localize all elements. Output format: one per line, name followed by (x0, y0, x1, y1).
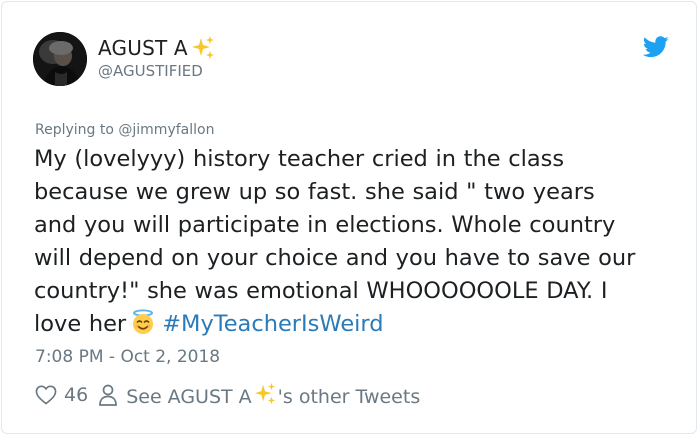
reply-context: Replying to @jimmyfallon (35, 122, 214, 138)
tweet-line: country!" she was emotional WHOOOOOOLE D… (34, 278, 608, 304)
tweet-line: because we grew up so fast. she said " t… (34, 179, 595, 205)
avatar[interactable] (33, 32, 87, 86)
see-other-tweets-link[interactable]: See AGUST A 's other Tweets (126, 382, 420, 408)
person-icon (99, 384, 118, 406)
reply-prefix: Replying to (35, 122, 119, 138)
smiling-face-with-halo-emoji (133, 309, 154, 334)
see-other-tweets-suffix[interactable]: 's other Tweets (278, 386, 421, 408)
tweet-text: My (lovelyyy) history teacher cried in t… (34, 143, 684, 341)
reply-mention-link[interactable]: @jimmyfallon (118, 122, 214, 138)
tweet-last-line: love her #MyTeacherIsWeird (34, 308, 684, 341)
like-count[interactable]: 46 (64, 384, 88, 406)
tweet-line-text: love her (34, 311, 127, 337)
twitter-bird-icon[interactable] (643, 36, 669, 58)
hashtag-link[interactable]: #MyTeacherIsWeird (162, 311, 383, 337)
tweet-line: and you will participate in elections. W… (34, 212, 616, 238)
display-name[interactable]: AGUST A (98, 36, 188, 60)
heart-icon[interactable] (35, 385, 57, 405)
tweet-card: AGUST A @AGUSTIFIED Replying to @jimmyfa… (1, 1, 697, 434)
user-handle[interactable]: @AGUSTIFIED (98, 62, 203, 80)
sparkles-emoji (254, 382, 275, 405)
tweet-line: will depend on your choice and you have … (34, 245, 636, 271)
display-name-row[interactable]: AGUST A (98, 35, 216, 61)
tweet-line: My (lovelyyy) history teacher cried in t… (34, 146, 565, 172)
sparkles-emoji (191, 36, 214, 59)
tweet-timestamp[interactable]: 7:08 PM - Oct 2, 2018 (35, 347, 220, 367)
tweet-actions: 46 See AGUST A 's other Tweets (35, 382, 420, 408)
see-other-tweets-prefix[interactable]: See AGUST A (126, 386, 251, 408)
